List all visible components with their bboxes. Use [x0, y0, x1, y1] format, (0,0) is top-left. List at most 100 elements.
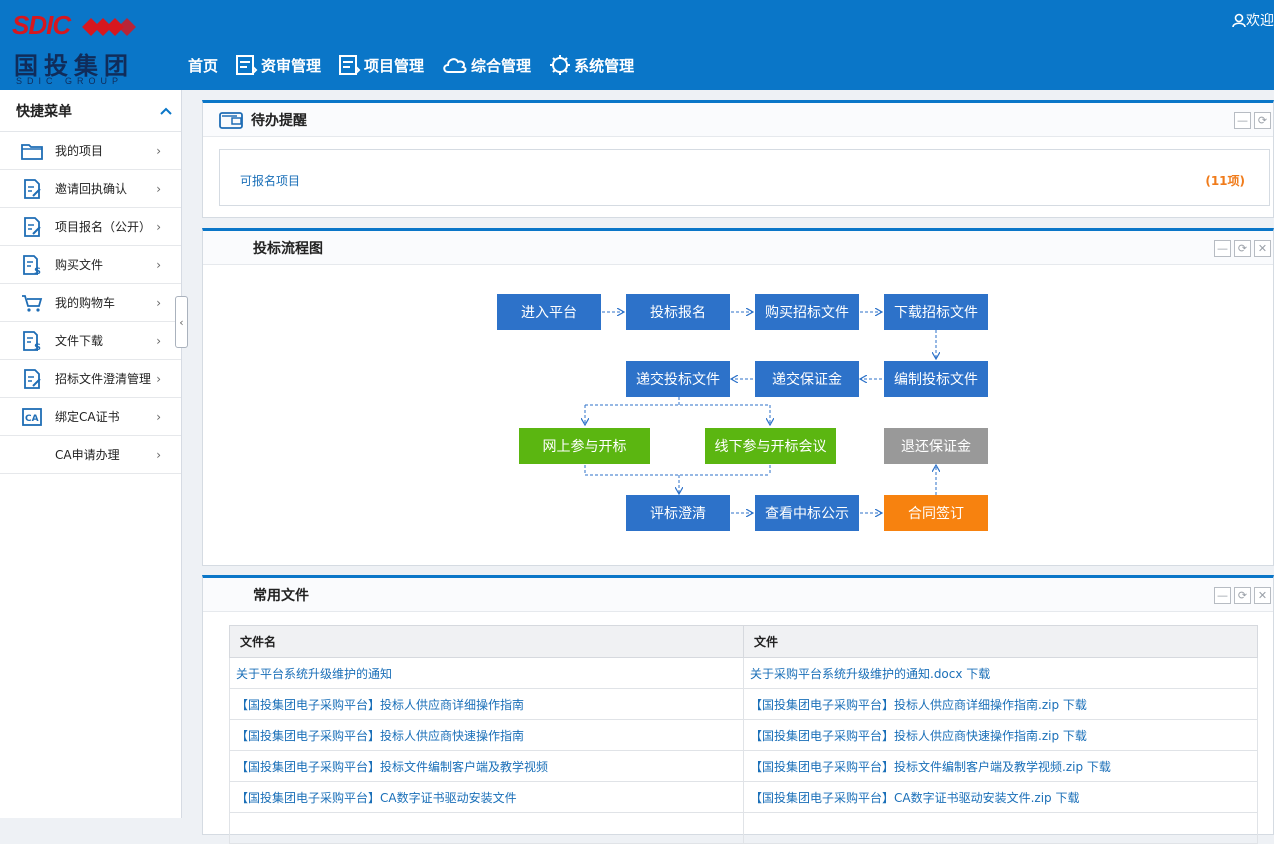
- sidebar-item-project-signup[interactable]: 项目报名（公开） ›: [0, 208, 181, 246]
- sidebar-item-bind-ca[interactable]: CA 绑定CA证书 ›: [0, 398, 181, 436]
- sidebar-item-label: 购买文件: [55, 258, 104, 272]
- file-download-link[interactable]: 【国投集团电子采购平台】投标人供应商快速操作指南.zip 下载: [750, 729, 1087, 743]
- table-row: 【国投集团电子采购平台】投标文件编制客户端及教学视频 【国投集团电子采购平台】投…: [229, 750, 1258, 782]
- nav-home-label: 首页: [188, 56, 219, 75]
- nav-qualification[interactable]: 资审管理: [236, 55, 321, 76]
- sidebar-item-buy-files[interactable]: $ 购买文件 ›: [0, 246, 181, 284]
- chevron-right-icon: ›: [156, 220, 161, 234]
- nav-system-label: 系统管理: [574, 56, 635, 75]
- table-row: 【国投集团电子采购平台】投标人供应商快速操作指南 【国投集团电子采购平台】投标人…: [229, 719, 1258, 751]
- files-title: 常用文件: [253, 587, 309, 604]
- nav-general-label: 综合管理: [471, 56, 532, 75]
- nav-system[interactable]: 系统管理: [549, 54, 634, 76]
- sidebar-item-file-download[interactable]: $ 文件下载 ›: [0, 322, 181, 360]
- file-name-link[interactable]: 关于平台系统升级维护的通知: [236, 667, 392, 681]
- file-name-cell: 【国投集团电子采购平台】投标文件编制客户端及教学视频: [229, 750, 744, 782]
- minimize-icon[interactable]: —: [1214, 240, 1231, 257]
- close-icon[interactable]: ✕: [1254, 240, 1271, 257]
- flow-panel: 投标流程图 — ⟳ ✕ 进入平台 投标报名 购买招标文件 下载招标文件 递交投标…: [202, 228, 1274, 566]
- cart-icon: [20, 292, 44, 314]
- todo-panel: 待办提醒 — ⟳ 可报名项目 (11项): [202, 100, 1274, 218]
- flow-step-compile-bid[interactable]: 编制投标文件: [884, 361, 988, 397]
- file-name-cell: 【国投集团电子采购平台】投标人供应商详细操作指南: [229, 688, 744, 720]
- sidebar-item-my-projects[interactable]: 我的项目 ›: [0, 132, 181, 170]
- file-download-link[interactable]: 【国投集团电子采购平台】投标人供应商详细操作指南.zip 下载: [750, 698, 1087, 712]
- minimize-icon[interactable]: —: [1234, 112, 1251, 129]
- sidebar-collapse-handle[interactable]: ‹: [175, 296, 188, 348]
- todo-count: (11项): [1205, 174, 1245, 188]
- chevron-right-icon: ›: [156, 372, 161, 386]
- file-download-cell: 【国投集团电子采购平台】投标文件编制客户端及教学视频.zip 下载: [743, 750, 1258, 782]
- flow-step-submit-deposit[interactable]: 递交保证金: [755, 361, 859, 397]
- file-name-link[interactable]: 【国投集团电子采购平台】投标文件编制客户端及教学视频: [236, 760, 548, 774]
- blank-icon: [20, 444, 44, 466]
- sidebar-item-label: 邀请回执确认: [55, 182, 128, 196]
- refresh-icon[interactable]: ⟳: [1234, 240, 1251, 257]
- flow-step-submit-bid[interactable]: 递交投标文件: [626, 361, 730, 397]
- panel-tools: — ⟳: [1231, 112, 1271, 129]
- chevron-right-icon: ›: [156, 258, 161, 272]
- file-download-link[interactable]: 【国投集团电子采购平台】投标文件编制客户端及教学视频.zip 下载: [750, 760, 1111, 774]
- file-name-cell: 【国投集团电子采购平台】投标人供应商快速操作指南: [229, 719, 744, 751]
- quick-menu-title: 快捷菜单: [16, 103, 72, 120]
- file-name-link[interactable]: 【国投集团电子采购平台】CA数字证书驱动安装文件: [236, 791, 517, 805]
- flow-step-refund-deposit[interactable]: 退还保证金: [884, 428, 988, 464]
- quick-menu-sidebar: 快捷菜单 我的项目 › 邀请回执确认 › 项目报名（公开） › $ 购买文件 ›…: [0, 90, 182, 818]
- chevron-up-icon[interactable]: [159, 106, 173, 116]
- sidebar-item-label: 我的购物车: [55, 296, 116, 310]
- gear-icon: [550, 55, 571, 75]
- todo-title: 待办提醒: [251, 112, 307, 129]
- refresh-icon[interactable]: ⟳: [1254, 112, 1271, 129]
- sidebar-item-clarification[interactable]: 招标文件澄清管理 ›: [0, 360, 181, 398]
- sidebar-item-label: CA申请办理: [55, 448, 120, 462]
- nav-qualification-label: 资审管理: [261, 56, 322, 75]
- logo-en: SDIC GROUP: [16, 76, 124, 86]
- nav-project[interactable]: 项目管理: [339, 55, 424, 76]
- chevron-right-icon: ›: [156, 334, 161, 348]
- sidebar-item-label: 绑定CA证书: [55, 410, 120, 424]
- file-name-cell: 关于平台系统升级维护的通知: [229, 657, 744, 689]
- file-name-link[interactable]: 【国投集团电子采购平台】投标人供应商快速操作指南: [236, 729, 524, 743]
- file-download-link[interactable]: 【国投集团电子采购平台】CA数字证书驱动安装文件.zip 下载: [750, 791, 1079, 805]
- quick-menu-header[interactable]: 快捷菜单: [0, 90, 181, 132]
- close-icon[interactable]: ✕: [1254, 587, 1271, 604]
- flow-step-offline-opening[interactable]: 线下参与开标会议: [705, 428, 836, 464]
- flow-connectors: [203, 267, 1273, 567]
- edit-doc-icon: [20, 368, 44, 390]
- user-welcome[interactable]: 欢迎: [1232, 10, 1274, 30]
- file-download-link[interactable]: 关于采购平台系统升级维护的通知.docx 下载: [750, 667, 990, 681]
- welcome-text: 欢迎: [1246, 13, 1274, 29]
- flow-step-view-award[interactable]: 查看中标公示: [755, 495, 859, 531]
- sidebar-item-label: 招标文件澄清管理: [55, 372, 152, 386]
- flow-diagram: 进入平台 投标报名 购买招标文件 下载招标文件 递交投标文件 递交保证金 编制投…: [203, 267, 1273, 567]
- file-name-link[interactable]: 【国投集团电子采购平台】投标人供应商详细操作指南: [236, 698, 524, 712]
- flow-step-online-opening[interactable]: 网上参与开标: [519, 428, 650, 464]
- cloud-icon: [443, 58, 467, 73]
- flow-step-download-tender[interactable]: 下载招标文件: [884, 294, 988, 330]
- refresh-icon[interactable]: ⟳: [1234, 587, 1251, 604]
- sidebar-item-ca-apply[interactable]: CA申请办理 ›: [0, 436, 181, 474]
- flow-step-enter-platform[interactable]: 进入平台: [497, 294, 601, 330]
- flow-panel-header: 投标流程图 — ⟳ ✕: [203, 231, 1273, 265]
- folder-icon: [20, 140, 44, 162]
- flow-step-contract[interactable]: 合同签订: [884, 495, 988, 531]
- sidebar-item-label: 项目报名（公开）: [55, 220, 152, 234]
- chevron-right-icon: ›: [156, 296, 161, 310]
- files-panel: 常用文件 — ⟳ ✕ 文件名 文件 关于平台系统升级维护的通知 关于采购平台系统…: [202, 575, 1274, 844]
- edit-doc-icon: [20, 178, 44, 200]
- todo-box: 可报名项目 (11项): [219, 149, 1270, 206]
- flow-step-buy-tender[interactable]: 购买招标文件: [755, 294, 859, 330]
- minimize-icon[interactable]: —: [1214, 587, 1231, 604]
- nav-home[interactable]: 首页: [188, 55, 218, 76]
- sidebar-item-cart[interactable]: 我的购物车 ›: [0, 284, 181, 322]
- chevron-right-icon: ›: [156, 144, 161, 158]
- nav-general[interactable]: 综合管理: [442, 55, 531, 76]
- sidebar-item-invitation-receipt[interactable]: 邀请回执确认 ›: [0, 170, 181, 208]
- flow-step-bid-signup[interactable]: 投标报名: [626, 294, 730, 330]
- file-download-cell: 【国投集团电子采购平台】投标人供应商详细操作指南.zip 下载: [743, 688, 1258, 720]
- flow-step-clarification[interactable]: 评标澄清: [626, 495, 730, 531]
- top-header: SDIC 国投集团 SDIC GROUP 首页 资审管理 项目管理 综合管理 系…: [0, 0, 1274, 90]
- user-icon: [1232, 13, 1246, 27]
- chevron-right-icon: ›: [156, 448, 161, 462]
- todo-link[interactable]: 可报名项目: [240, 172, 300, 189]
